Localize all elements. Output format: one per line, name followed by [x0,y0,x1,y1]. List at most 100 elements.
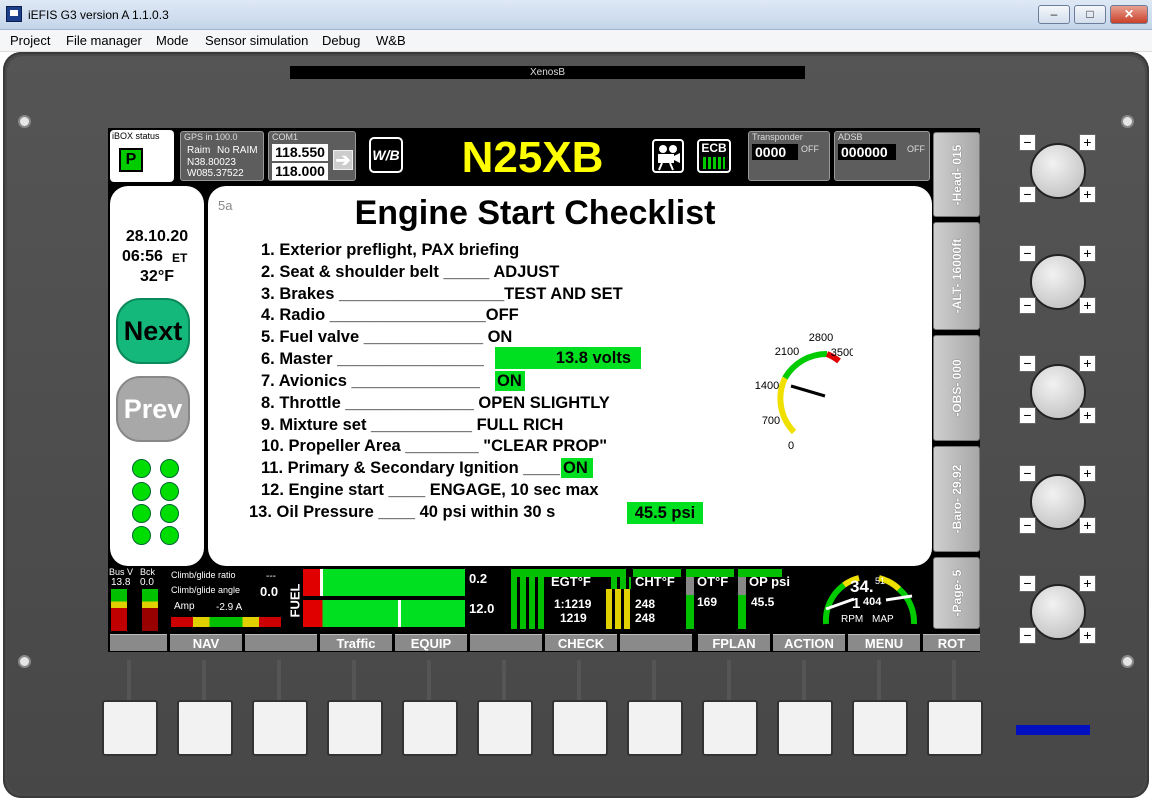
hardware-button-8[interactable] [627,700,683,756]
softkey-traffic[interactable]: Traffic [320,634,392,651]
knob-5-minus-lower[interactable]: − [1019,627,1036,644]
knob-3-plus[interactable]: + [1079,355,1096,372]
sidekey-obs[interactable]: -OBS- 000 [933,335,980,441]
softkey-rot[interactable]: ROT [923,634,980,651]
oil-pressure-value: 45.5 psi [627,502,703,524]
knob-1-plus[interactable]: + [1079,134,1096,151]
checklist-item-2[interactable]: 2. Seat & shoulder belt _____ ADJUST [261,263,559,282]
menu-wb[interactable]: W&B [376,33,406,48]
knob-2-minus[interactable]: − [1019,245,1036,262]
menu-debug[interactable]: Debug [322,33,360,48]
climb-ratio-label: Climb/glide ratio [171,570,236,580]
com1-active: 118.550 [272,144,328,161]
gps-raim: Raim [187,145,211,156]
maximize-button[interactable]: □ [1074,5,1106,24]
next-button[interactable]: Next [116,298,190,364]
checklist-item-4[interactable]: 4. Radio _________________OFF [261,306,519,325]
timezone: ET [172,251,188,265]
gps-box[interactable]: GPS in 100.0 Raim No RAIM N38.80023 W085… [180,131,264,181]
device-name: XenosB [290,66,805,79]
knob-3-minus[interactable]: − [1019,355,1036,372]
hardware-button-5[interactable] [402,700,458,756]
ecb-button[interactable]: ECB [697,139,731,173]
checklist-item-7[interactable]: 7. Avionics ______________ [261,372,480,391]
wb-button[interactable]: W/B [369,137,403,173]
knob-1-minus[interactable]: − [1019,134,1036,151]
rotary-knob-2[interactable] [1030,254,1086,310]
menu-mode[interactable]: Mode [156,33,189,48]
knob-2-minus-lower[interactable]: − [1019,297,1036,314]
hardware-button-3[interactable] [252,700,308,756]
softkey-equip[interactable]: EQUIP [395,634,467,651]
prev-button[interactable]: Prev [116,376,190,442]
softkey-nav[interactable]: NAV [170,634,242,651]
sidekey-page[interactable]: -Page- 5 [933,557,980,629]
menu-project[interactable]: Project [10,33,50,48]
rotary-knob-4[interactable] [1030,474,1086,530]
softkey-check[interactable]: CHECK [545,634,617,651]
softkey-8[interactable] [620,634,692,651]
checklist-item-5[interactable]: 5. Fuel valve _____________ ON [261,328,512,347]
checklist-item-11[interactable]: 11. Primary & Secondary Ignition ____ [261,459,560,478]
knob-3-plus-lower[interactable]: + [1079,407,1096,424]
checklist-item-12[interactable]: 12. Engine start ____ ENGAGE, 10 sec max [261,481,599,500]
knob-3-minus-lower[interactable]: − [1019,407,1036,424]
fuel-bar-bottom [303,600,465,627]
knob-4-minus-lower[interactable]: − [1019,517,1036,534]
checklist-item-10[interactable]: 10. Propeller Area ________ "CLEAR PROP" [261,437,607,456]
hardware-button-9[interactable] [702,700,758,756]
checklist-item-13[interactable]: 13. Oil Pressure ____ 40 psi within 30 s [249,503,555,522]
title-bar: iEFIS G3 version A 1.1.0.3 ‒ □ ✕ [0,0,1152,30]
knob-4-plus-lower[interactable]: + [1079,517,1096,534]
indicator-bar [1016,725,1090,735]
com1-box[interactable]: COM1 118.550 118.000 ➔ [268,131,356,181]
hardware-button-6[interactable] [477,700,533,756]
hardware-button-1[interactable] [102,700,158,756]
softkey-6[interactable] [470,634,542,651]
knob-2-plus-lower[interactable]: + [1079,297,1096,314]
hardware-button-7[interactable] [552,700,608,756]
checklist-item-9[interactable]: 9. Mixture set ___________ FULL RICH [261,416,563,435]
sidekey-baro[interactable]: -Baro- 29.92 [933,446,980,552]
sidekey-heading[interactable]: -Head- 015 [933,132,980,217]
transponder-box[interactable]: Transponder 0000 OFF [748,131,830,181]
hardware-button-11[interactable] [852,700,908,756]
camera-icon[interactable] [652,139,684,173]
rotary-knob-5[interactable] [1030,584,1086,640]
menu-sensor-simulation[interactable]: Sensor simulation [205,33,308,48]
softkey-fplan[interactable]: FPLAN [698,634,770,651]
map-big: 34. [850,577,874,596]
checklist-item-1[interactable]: 1. Exterior preflight, PAX briefing [261,241,519,260]
knob-1-plus-lower[interactable]: + [1079,186,1096,203]
softkey-menu[interactable]: MENU [848,634,920,651]
swap-arrow-icon[interactable]: ➔ [333,150,353,170]
transponder-code: 0000 [752,144,798,160]
menu-file-manager[interactable]: File manager [66,33,142,48]
hardware-button-12[interactable] [927,700,983,756]
minimize-button[interactable]: ‒ [1038,5,1070,24]
knob-1-minus-lower[interactable]: − [1019,186,1036,203]
rpm-gauge: 0 700 1400 2100 2800 3500 [755,332,853,451]
knob-5-minus[interactable]: − [1019,575,1036,592]
hardware-button-4[interactable] [327,700,383,756]
softkey-action[interactable]: ACTION [773,634,845,651]
knob-5-plus-lower[interactable]: + [1079,627,1096,644]
knob-4-plus[interactable]: + [1079,465,1096,482]
knob-4-minus[interactable]: − [1019,465,1036,482]
time: 06:56 [122,248,163,265]
close-button[interactable]: ✕ [1110,5,1148,24]
rotary-knob-3[interactable] [1030,364,1086,420]
checklist-item-3[interactable]: 3. Brakes __________________TEST AND SET [261,285,623,304]
softkey-3[interactable] [245,634,317,651]
ibox-status[interactable]: iBOX status P [110,130,174,182]
checklist-item-8[interactable]: 8. Throttle ______________ OPEN SLIGHTLY [261,394,610,413]
knob-5-plus[interactable]: + [1079,575,1096,592]
sidekey-altitude[interactable]: -ALT- 16000ft [933,222,980,330]
knob-2-plus[interactable]: + [1079,245,1096,262]
hardware-button-2[interactable] [177,700,233,756]
softkey-1[interactable] [110,634,167,651]
checklist-item-6[interactable]: 6. Master ________________ [261,350,484,369]
adsb-box[interactable]: ADSB 000000 OFF [834,131,930,181]
hardware-button-10[interactable] [777,700,833,756]
rotary-knob-1[interactable] [1030,143,1086,199]
